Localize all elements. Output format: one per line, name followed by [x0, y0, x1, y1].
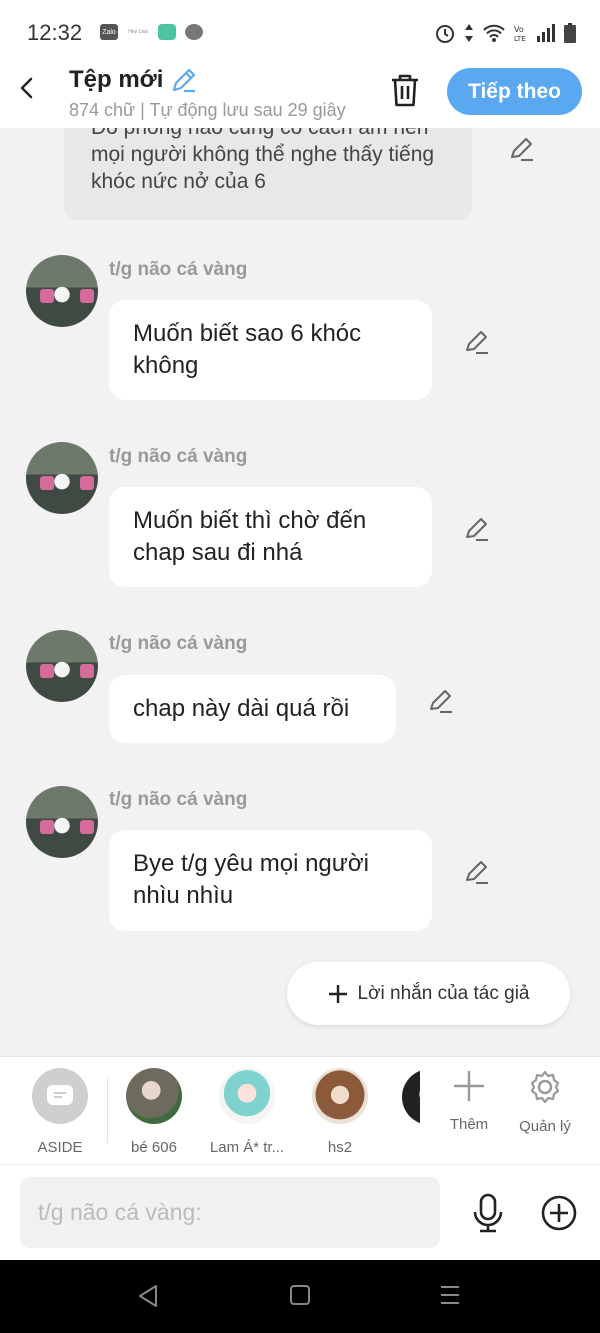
edit-title-pencil-icon[interactable]	[170, 66, 198, 94]
character-bar: ASIDE bé 606 Lam Á* tr... hs2 Thêm Quản …	[0, 1056, 600, 1165]
character-label: bé 606	[131, 1139, 177, 1156]
character-partial[interactable]	[402, 1069, 420, 1125]
author-note-button[interactable]: Lời nhắn của tác giả	[287, 962, 570, 1025]
character-label: hs2	[327, 1139, 353, 1156]
plus-icon	[328, 984, 347, 1003]
globe-icon	[185, 24, 203, 40]
add-circle-icon[interactable]	[540, 1194, 578, 1232]
alarm-icon	[436, 25, 454, 43]
signal-icon	[537, 24, 555, 42]
manage-label: Quản lý	[519, 1118, 571, 1135]
author-name: t/g não cá vàng	[109, 789, 248, 810]
back-icon[interactable]	[16, 76, 40, 100]
edit-pencil-icon[interactable]	[464, 859, 490, 885]
status-bar: 12:32 Zalo Hey Lisa Vo LTE	[0, 0, 600, 62]
add-label: Thêm	[449, 1116, 489, 1133]
volte-icon: VoLTE	[514, 25, 526, 42]
character-avatar	[219, 1068, 275, 1124]
svg-text:LTE: LTE	[514, 35, 526, 42]
manage-button[interactable]: Quản lý	[510, 1069, 580, 1135]
author-name: t/g não cá vàng	[109, 446, 248, 467]
app-notification-icon: Hey Lisa	[127, 24, 149, 40]
author-avatar[interactable]	[26, 786, 98, 858]
message-bubble[interactable]: Muốn biết thì chờ đến chap sau đi nhá	[109, 487, 432, 587]
character-avatar	[312, 1068, 368, 1124]
input-bar: t/g não cá vàng:	[0, 1164, 600, 1261]
notification-icons: Zalo Hey Lisa	[100, 24, 203, 40]
aside-icon	[32, 1068, 88, 1124]
message-input[interactable]: t/g não cá vàng:	[20, 1177, 440, 1248]
plus-icon	[454, 1071, 484, 1101]
trash-icon[interactable]	[386, 71, 424, 109]
editor-header: Tệp mới 874 chữ | Tự động lưu sau 29 giâ…	[0, 62, 600, 128]
page-title[interactable]: Tệp mới	[69, 66, 163, 94]
message-bubble[interactable]: Muốn biết sao 6 khóc không	[109, 300, 432, 400]
edit-pencil-icon[interactable]	[428, 688, 454, 714]
nav-back-icon[interactable]	[137, 1284, 159, 1308]
battery-icon	[564, 23, 576, 43]
edit-pencil-icon[interactable]	[464, 329, 490, 355]
author-note-label: Lời nhắn của tác giả	[357, 982, 530, 1004]
message-bubble[interactable]: Bye t/g yêu mọi người nhìu nhìu	[109, 830, 432, 931]
wifi-icon	[483, 24, 505, 42]
system-nav-bar	[0, 1260, 600, 1333]
green-app-icon	[158, 24, 176, 40]
character-label: ASIDE	[37, 1139, 83, 1156]
nav-home-icon[interactable]	[289, 1284, 311, 1306]
character-be-606[interactable]: bé 606	[114, 1068, 194, 1156]
author-name: t/g não cá vàng	[109, 259, 248, 280]
nav-menu-icon[interactable]	[439, 1284, 461, 1306]
message-bubble[interactable]: chap này dài quá rồi	[109, 675, 396, 743]
gear-icon	[530, 1070, 560, 1104]
microphone-icon[interactable]	[470, 1193, 506, 1233]
character-lam-a[interactable]: Lam Á* tr...	[207, 1068, 287, 1156]
character-label: Lam Á* tr...	[209, 1139, 285, 1156]
story-chat-area[interactable]: Do phòng nào cũng có cách âm nên mọi ngư…	[0, 128, 600, 1055]
character-avatar	[126, 1068, 182, 1124]
next-button[interactable]: Tiếp theo	[447, 68, 582, 115]
svg-text:Vo: Vo	[514, 25, 524, 34]
edit-pencil-icon[interactable]	[509, 136, 535, 162]
system-icons: Vo LTE	[434, 22, 576, 44]
character-aside[interactable]: ASIDE	[20, 1068, 100, 1156]
add-character-button[interactable]: Thêm	[434, 1069, 504, 1133]
zalo-icon: Zalo	[100, 24, 118, 40]
word-count-autosave: 874 chữ | Tự động lưu sau 29 giây	[69, 100, 346, 120]
edit-pencil-icon[interactable]	[464, 516, 490, 542]
author-avatar[interactable]	[26, 255, 98, 327]
divider	[107, 1077, 108, 1143]
narration-text: Do phòng nào cũng có cách âm nên mọi ngư…	[91, 128, 435, 193]
status-time: 12:32	[27, 20, 83, 45]
author-avatar[interactable]	[26, 442, 98, 514]
narration-bubble[interactable]: Do phòng nào cũng có cách âm nên mọi ngư…	[64, 128, 472, 220]
data-arrows-icon	[465, 24, 473, 42]
author-avatar[interactable]	[26, 630, 98, 702]
author-name: t/g não cá vàng	[109, 633, 248, 654]
character-hs2[interactable]: hs2	[300, 1068, 380, 1156]
